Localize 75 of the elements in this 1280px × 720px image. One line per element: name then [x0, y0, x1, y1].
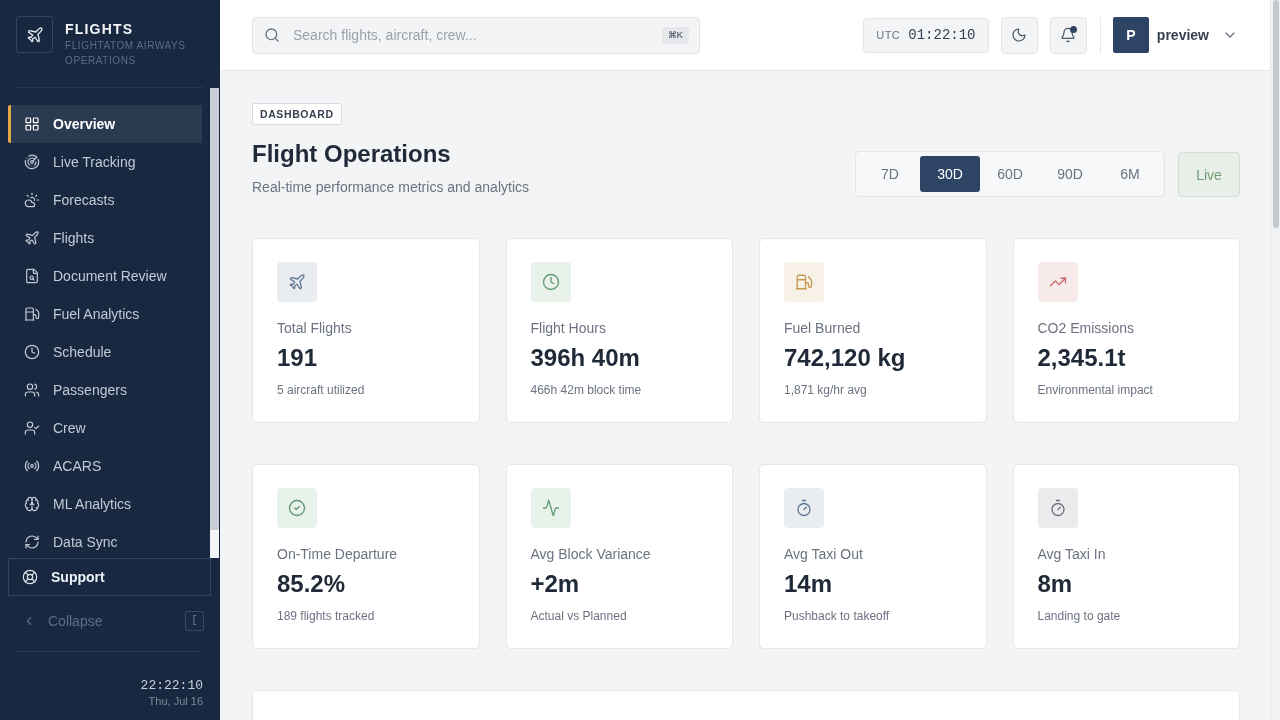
nav-item[interactable]: Passengers	[8, 371, 202, 409]
radar-icon	[24, 154, 40, 170]
brain-icon	[24, 496, 40, 512]
cloud-sun-icon	[24, 192, 40, 208]
user-menu-button[interactable]: P preview	[1112, 17, 1238, 53]
stat-value: 191	[277, 344, 318, 372]
brand-title: FLIGHTS	[65, 21, 135, 37]
support-item[interactable]: Support	[8, 558, 211, 596]
stat-note: Actual vs Planned	[530, 608, 627, 624]
page-badge: DASHBOARD	[252, 103, 342, 125]
radio-waves-icon	[24, 458, 40, 474]
notifications-button[interactable]	[1049, 16, 1087, 54]
stat-label: Avg Block Variance	[530, 545, 651, 564]
nav-item[interactable]: Fuel Analytics	[8, 295, 202, 333]
nav-item[interactable]: Overview	[8, 105, 202, 143]
stat-value: 396h 40m	[530, 344, 640, 372]
page-subtitle: Real-time performance metrics and analytics	[252, 178, 529, 197]
user-avatar: P	[1112, 17, 1149, 53]
nav-item[interactable]: Forecasts	[8, 181, 202, 219]
search-icon	[264, 26, 280, 43]
range-tab[interactable]: 7D	[860, 156, 920, 192]
stat-value: 85.2%	[277, 570, 346, 598]
stat-label: On-Time Departure	[277, 545, 398, 564]
plane-logo-icon	[16, 16, 53, 53]
utc-label: UTC	[876, 29, 901, 41]
nav-item[interactable]: Schedule	[8, 333, 202, 371]
nav-item[interactable]: Crew	[8, 409, 202, 447]
scrollbar[interactable]	[1270, 0, 1280, 720]
nav-item[interactable]: ACARS	[8, 447, 202, 485]
grid-icon	[24, 116, 40, 132]
range-tab[interactable]: 90D	[1040, 156, 1100, 192]
nav-item[interactable]: Flights	[8, 219, 202, 257]
stat-label: CO2 Emissions	[1037, 319, 1134, 338]
nav-item[interactable]: Data Sync	[8, 523, 202, 558]
stat-note: 1,871 kg/hr avg	[784, 382, 867, 398]
refresh-icon	[24, 534, 40, 550]
theme-toggle-button[interactable]	[1000, 16, 1038, 54]
page-title: Flight Operations	[252, 139, 451, 169]
user-check-icon	[24, 420, 40, 436]
file-search-icon	[24, 268, 40, 284]
lifebuoy-icon	[22, 569, 38, 585]
stat-note: 5 aircraft utilized	[277, 382, 365, 398]
moon-icon	[1011, 27, 1028, 43]
brand-subtitle: FLIGHTATOM AIRWAYS OPERATIONS	[65, 39, 187, 68]
clock-icon	[24, 344, 40, 360]
range-tab[interactable]: 30D	[920, 156, 980, 192]
nav-item[interactable]: ML Analytics	[8, 485, 202, 523]
fuel-pump-icon	[24, 306, 40, 322]
bell-icon	[1060, 27, 1077, 43]
nav-item[interactable]: Document Review	[8, 257, 202, 295]
stat-value: 742,120 kg	[784, 344, 906, 372]
stat-label: Fuel Burned	[784, 319, 861, 338]
stat-label: Total Flights	[277, 319, 352, 338]
range-tab[interactable]: 60D	[980, 156, 1040, 192]
users-icon	[24, 382, 40, 398]
stat-note: 189 flights tracked	[277, 608, 375, 624]
stat-note: 466h 42m block time	[530, 382, 642, 398]
range-tab[interactable]: 6M	[1100, 156, 1160, 192]
stat-note: Environmental impact	[1037, 382, 1153, 398]
utc-time: 01:22:10	[908, 27, 976, 43]
stat-label: Avg Taxi Out	[784, 545, 863, 564]
sidebar-time: 22:22:10	[140, 678, 203, 694]
plane-icon	[24, 230, 40, 246]
nav-item[interactable]: Live Tracking	[8, 143, 202, 181]
sidebar-date: Thu, Jul 16	[148, 694, 203, 708]
stat-note: Landing to gate	[1037, 608, 1121, 624]
stat-note: Pushback to takeoff	[784, 608, 890, 624]
stat-value: 8m	[1037, 570, 1073, 598]
scrollbar-thumb[interactable]	[1273, 0, 1279, 228]
stat-label: Flight Hours	[530, 319, 606, 338]
stat-label: Avg Taxi In	[1037, 545, 1106, 564]
shortcut-key: [	[185, 610, 204, 631]
stat-value: +2m	[530, 570, 580, 598]
stat-value: 14m	[784, 570, 833, 598]
stat-value: 2,345.1t	[1037, 344, 1126, 372]
